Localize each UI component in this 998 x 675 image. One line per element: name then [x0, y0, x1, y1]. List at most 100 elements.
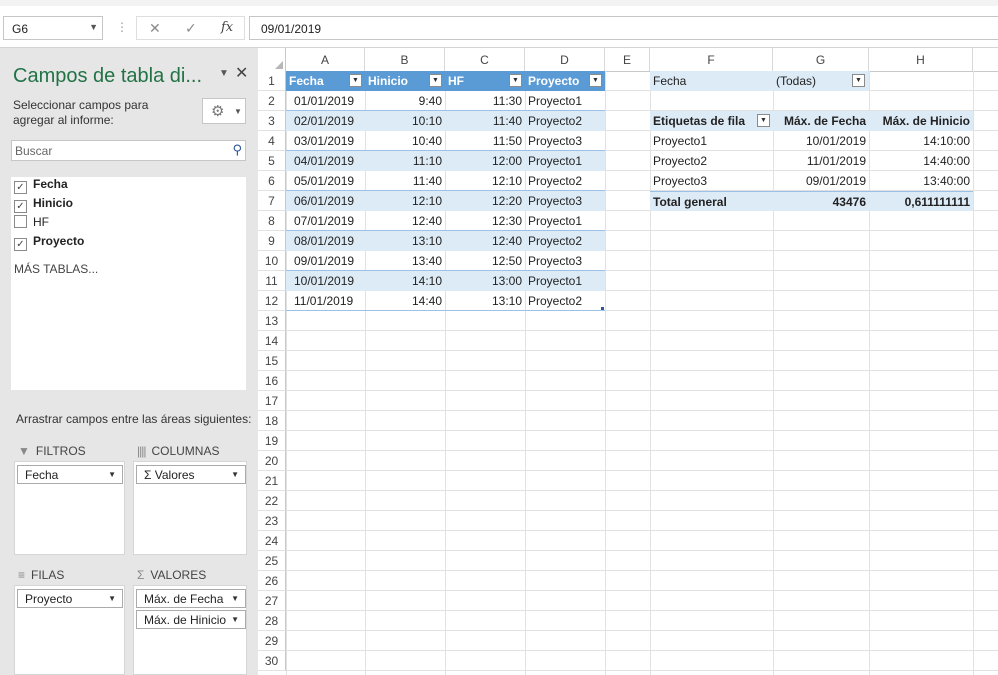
- table-cell[interactable]: 13:00: [445, 271, 525, 291]
- table-cell[interactable]: 12:40: [445, 231, 525, 251]
- table-cell[interactable]: 11:50: [445, 131, 525, 151]
- row-header-15[interactable]: 15: [258, 351, 286, 371]
- name-box[interactable]: G6 ▼: [3, 16, 103, 40]
- table-cell[interactable]: 04/01/2019: [286, 151, 365, 171]
- enter-icon[interactable]: ✓: [185, 20, 197, 37]
- pivot-cell[interactable]: Proyecto2: [650, 151, 773, 171]
- table-cell[interactable]: 14:10: [365, 271, 445, 291]
- table-cell[interactable]: 08/01/2019: [286, 231, 365, 251]
- pivot-cell[interactable]: 09/01/2019: [773, 171, 869, 191]
- column-header-e[interactable]: E: [605, 48, 650, 71]
- worksheet-grid[interactable]: ABCDEFGH 1 2 3 4 5 6 7 8 9 10 11 12 13 14 15 16 17 18 19 20…: [258, 48, 998, 675]
- chevron-down-icon[interactable]: ▼: [231, 615, 239, 624]
- row-header-19[interactable]: 19: [258, 431, 286, 451]
- row-header-3[interactable]: 3: [258, 111, 286, 131]
- column-header-d[interactable]: D: [525, 48, 605, 71]
- pivot-cell[interactable]: 10/01/2019: [773, 131, 869, 151]
- field-item-proyecto[interactable]: ✓ Proyecto: [14, 234, 84, 251]
- table-resize-handle[interactable]: [601, 307, 604, 310]
- field-item-fecha[interactable]: ✓ Fecha: [14, 177, 68, 194]
- filter-pill-fecha[interactable]: Fecha ▼: [17, 465, 123, 484]
- chevron-down-icon[interactable]: ▼: [89, 22, 98, 32]
- chevron-down-icon[interactable]: ▼: [108, 594, 116, 603]
- pivot-total-cell[interactable]: 0,611111111: [869, 191, 973, 211]
- row-header-1[interactable]: 1: [258, 71, 286, 91]
- table-cell[interactable]: 10/01/2019: [286, 271, 365, 291]
- row-header-14[interactable]: 14: [258, 331, 286, 351]
- table-cell[interactable]: Proyecto2: [525, 291, 605, 311]
- chevron-down-icon[interactable]: ▼: [231, 470, 239, 479]
- table-cell[interactable]: 02/01/2019: [286, 111, 365, 131]
- row-header-17[interactable]: 17: [258, 391, 286, 411]
- table-cell[interactable]: Proyecto1: [525, 151, 605, 171]
- table-cell[interactable]: Proyecto3: [525, 191, 605, 211]
- field-item-hf[interactable]: HF: [14, 215, 49, 231]
- field-item-hinicio[interactable]: ✓ Hinicio: [14, 196, 73, 213]
- column-header-h[interactable]: H: [869, 48, 973, 71]
- filter-dropdown-icon[interactable]: ▼: [349, 74, 362, 87]
- table-cell[interactable]: 06/01/2019: [286, 191, 365, 211]
- value-pill-max-hinicio[interactable]: Máx. de Hinicio ▼: [136, 610, 246, 629]
- cancel-icon[interactable]: ✕: [149, 20, 161, 37]
- rows-area[interactable]: Proyecto ▼: [14, 585, 125, 675]
- table-cell[interactable]: Proyecto1: [525, 211, 605, 231]
- table-cell[interactable]: 11:40: [445, 111, 525, 131]
- column-header-b[interactable]: B: [365, 48, 445, 71]
- chevron-down-icon[interactable]: ▼: [219, 68, 229, 79]
- table-cell[interactable]: 12:20: [445, 191, 525, 211]
- table-cell[interactable]: 14:40: [365, 291, 445, 311]
- pivot-cell[interactable]: 14:40:00: [869, 151, 973, 171]
- checkbox-checked-icon[interactable]: ✓: [14, 200, 27, 213]
- row-header-29[interactable]: 29: [258, 631, 286, 651]
- table-cell[interactable]: 12:10: [445, 171, 525, 191]
- row-header-12[interactable]: 12: [258, 291, 286, 311]
- table-cell[interactable]: 03/01/2019: [286, 131, 365, 151]
- close-icon[interactable]: ✕: [235, 63, 248, 83]
- table-cell[interactable]: 01/01/2019: [286, 91, 365, 111]
- table-cell[interactable]: 13:40: [365, 251, 445, 271]
- table-cell[interactable]: 12:50: [445, 251, 525, 271]
- table-cell[interactable]: 10:40: [365, 131, 445, 151]
- table-cell[interactable]: Proyecto1: [525, 91, 605, 111]
- table-cell[interactable]: 12:10: [365, 191, 445, 211]
- table-cell[interactable]: 11/01/2019: [286, 291, 365, 311]
- columns-area[interactable]: Σ Valores ▼: [133, 461, 247, 555]
- table-cell[interactable]: 12:30: [445, 211, 525, 231]
- row-pill-proyecto[interactable]: Proyecto ▼: [17, 589, 123, 608]
- checkbox-unchecked-icon[interactable]: [14, 215, 27, 228]
- row-header-30[interactable]: 30: [258, 651, 286, 671]
- table-cell[interactable]: 12:00: [445, 151, 525, 171]
- table-cell[interactable]: Proyecto3: [525, 251, 605, 271]
- row-header-8[interactable]: 8: [258, 211, 286, 231]
- pivot-cell[interactable]: Proyecto1: [650, 131, 773, 151]
- table-cell[interactable]: Proyecto3: [525, 131, 605, 151]
- insert-function-icon[interactable]: fx: [221, 20, 233, 35]
- column-header-a[interactable]: A: [286, 48, 365, 71]
- row-header-28[interactable]: 28: [258, 611, 286, 631]
- value-pill-max-fecha[interactable]: Máx. de Fecha ▼: [136, 589, 246, 608]
- row-header-2[interactable]: 2: [258, 91, 286, 111]
- table-cell[interactable]: 05/01/2019: [286, 171, 365, 191]
- search-input[interactable]: Buscar ⚲: [11, 140, 246, 161]
- pivot-cell[interactable]: 13:40:00: [869, 171, 973, 191]
- row-header-11[interactable]: 11: [258, 271, 286, 291]
- pivot-header[interactable]: Máx. de Hinicio: [869, 111, 973, 131]
- tools-button[interactable]: ⚙ ▼: [202, 98, 246, 124]
- row-header-27[interactable]: 27: [258, 591, 286, 611]
- table-cell[interactable]: 07/01/2019: [286, 211, 365, 231]
- row-header-7[interactable]: 7: [258, 191, 286, 211]
- filter-dropdown-icon[interactable]: ▼: [757, 114, 770, 127]
- column-header-g[interactable]: G: [773, 48, 869, 71]
- filter-dropdown-icon[interactable]: ▼: [509, 74, 522, 87]
- checkbox-checked-icon[interactable]: ✓: [14, 181, 27, 194]
- row-header-16[interactable]: 16: [258, 371, 286, 391]
- table-cell[interactable]: Proyecto1: [525, 271, 605, 291]
- column-header-f[interactable]: F: [650, 48, 773, 71]
- checkbox-checked-icon[interactable]: ✓: [14, 238, 27, 251]
- filter-dropdown-icon[interactable]: ▼: [589, 74, 602, 87]
- table-cell[interactable]: 13:10: [365, 231, 445, 251]
- row-header-20[interactable]: 20: [258, 451, 286, 471]
- table-cell[interactable]: Proyecto2: [525, 171, 605, 191]
- table-cell[interactable]: 9:40: [365, 91, 445, 111]
- row-header-22[interactable]: 22: [258, 491, 286, 511]
